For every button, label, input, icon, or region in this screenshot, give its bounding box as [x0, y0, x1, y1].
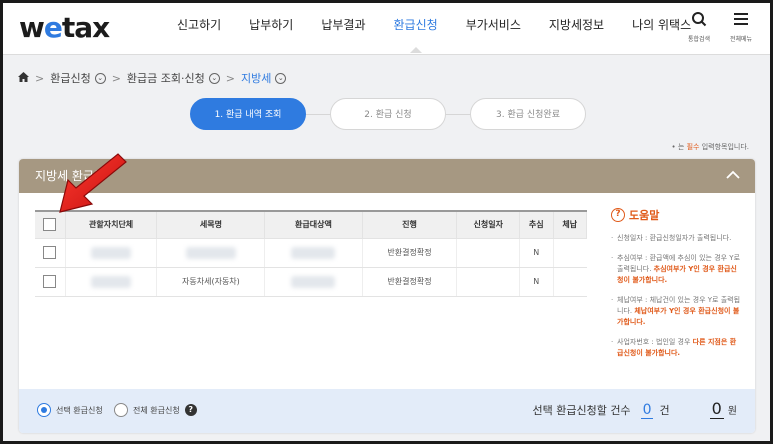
- redacted-jurisdiction: [91, 246, 132, 259]
- home-icon[interactable]: [18, 71, 29, 85]
- required-note: • 는 필수 입력항목입니다.: [671, 143, 749, 151]
- help-item: 체납여부 : 체납건이 있는 경우 Y로 출력됩니다. 체납여부가 Y인 경우 …: [611, 295, 741, 328]
- table-row: 자동차세(자동차) 반환결정확정 N: [35, 267, 587, 297]
- selected-count: 0: [640, 402, 654, 419]
- row-tax-name: 자동차세(자동차): [156, 267, 265, 297]
- nav-item-refund[interactable]: 환급신청: [380, 3, 452, 55]
- radio-off-icon: [114, 403, 128, 417]
- row-collection: N: [519, 267, 554, 297]
- help-item: 사업자번호 : 법인일 경우 다른 지점은 환급신청이 불가합니다.: [611, 337, 741, 359]
- chevron-right-icon: >: [111, 71, 121, 85]
- col-refund-amount: 환급대상액: [264, 210, 363, 239]
- search-label: 통합검색: [687, 36, 711, 43]
- selected-amount: 0: [709, 399, 724, 419]
- question-circle-icon: ?: [611, 208, 625, 222]
- breadcrumb: > 환급신청 ⌄ > 환급금 조회·신청 ⌄ > 지방세 ⌄: [18, 70, 287, 86]
- main-nav: 신고하기 납부하기 납부결과 환급신청 부가서비스 지방세정보 나의 위택스: [163, 3, 705, 55]
- redacted-amount: [291, 275, 336, 288]
- row-arrears: [552, 267, 587, 297]
- refund-summary: 선택 환급신청할 건수 0 건 0 원: [532, 399, 737, 419]
- red-arrow-annotation: [59, 153, 127, 213]
- help-title: ? 도움말: [611, 207, 741, 223]
- help-question-icon[interactable]: ?: [184, 404, 197, 416]
- row-status: 반환결정확정: [361, 267, 457, 297]
- nav-item-payment-result[interactable]: 납부결과: [307, 3, 379, 55]
- site-header: wetax 신고하기 납부하기 납부결과 환급신청 부가서비스 지방세정보 나의…: [3, 3, 770, 55]
- refund-footer-bar: 선택 환급신청 전체 환급신청 ? 선택 환급신청할 건수 0 건 0 원: [19, 389, 755, 433]
- count-unit: 건: [659, 404, 670, 417]
- redacted-jurisdiction: [91, 275, 132, 288]
- row-date: [456, 267, 520, 297]
- breadcrumb-item-refund-inquiry[interactable]: 환급금 조회·신청: [127, 70, 205, 86]
- row-date: [456, 238, 520, 268]
- nav-item-file[interactable]: 신고하기: [163, 3, 235, 55]
- wetax-logo[interactable]: wetax: [19, 11, 110, 44]
- chevron-up-icon: [726, 170, 740, 179]
- search-icon: [679, 11, 719, 32]
- redacted-tax-name: [185, 246, 236, 259]
- row-arrears: [552, 238, 587, 268]
- breadcrumb-item-local-tax[interactable]: 지방세: [241, 70, 271, 86]
- col-status: 진행: [361, 210, 458, 239]
- chevron-right-icon: >: [225, 71, 235, 85]
- chevron-down-icon[interactable]: ⌄: [208, 72, 220, 84]
- radio-all-refund[interactable]: 전체 환급신청 ?: [114, 403, 197, 417]
- collapse-button[interactable]: [721, 159, 745, 193]
- col-collection: 추심: [519, 210, 554, 239]
- chevron-right-icon: >: [35, 71, 45, 85]
- refund-table: 관할자치단체 세목명 환급대상액 진행 신청일자 추심 체납 반환결정확정 N …: [35, 210, 588, 297]
- help-box: ? 도움말 신청일자 : 환급신청일자가 출력됩니다. 추심여부 : 환급액에 …: [611, 207, 741, 368]
- breadcrumb-item-refund[interactable]: 환급신청: [50, 70, 90, 86]
- row-status: 반환결정확정: [361, 238, 457, 268]
- summary-label: 선택 환급신청할 건수: [532, 404, 631, 417]
- help-item: 신청일자 : 환급신청일자가 출력됩니다.: [611, 233, 741, 244]
- chevron-down-icon[interactable]: ⌄: [94, 72, 106, 84]
- chevron-down-icon[interactable]: ⌄: [275, 72, 287, 84]
- step-refund-complete: 3. 환급 신청완료: [470, 98, 586, 130]
- amount-unit: 원: [727, 406, 737, 417]
- step-refund-inquiry: 1. 환급 내역 조회: [190, 98, 306, 130]
- radio-on-icon: [37, 403, 51, 417]
- col-apply-date: 신청일자: [456, 210, 521, 239]
- step-refund-apply: 2. 환급 신청: [330, 98, 446, 130]
- col-arrears: 체납: [552, 210, 588, 239]
- row-collection: N: [519, 238, 554, 268]
- row-checkbox[interactable]: [43, 246, 57, 259]
- redacted-amount: [291, 246, 336, 259]
- nav-item-local-tax-info[interactable]: 지방세정보: [535, 3, 618, 55]
- col-tax-name: 세목명: [156, 210, 266, 239]
- progress-steps: 1. 환급 내역 조회 2. 환급 신청 3. 환급 신청완료: [190, 98, 590, 130]
- hamburger-icon: [721, 11, 761, 32]
- menu-button[interactable]: 전체메뉴: [721, 11, 761, 43]
- table-row: 반환결정확정 N: [35, 238, 587, 268]
- row-checkbox[interactable]: [43, 275, 57, 288]
- nav-item-pay[interactable]: 납부하기: [235, 3, 307, 55]
- select-all-checkbox[interactable]: [43, 218, 57, 232]
- nav-item-extra-services[interactable]: 부가서비스: [452, 3, 535, 55]
- menu-label: 전체메뉴: [729, 36, 753, 43]
- search-button[interactable]: 통합검색: [679, 11, 719, 43]
- radio-selected-refund[interactable]: 선택 환급신청: [37, 403, 103, 417]
- help-item: 추심여부 : 환급액에 추심이 있는 경우 Y로 출력됩니다. 추심여부가 Y인…: [611, 253, 741, 286]
